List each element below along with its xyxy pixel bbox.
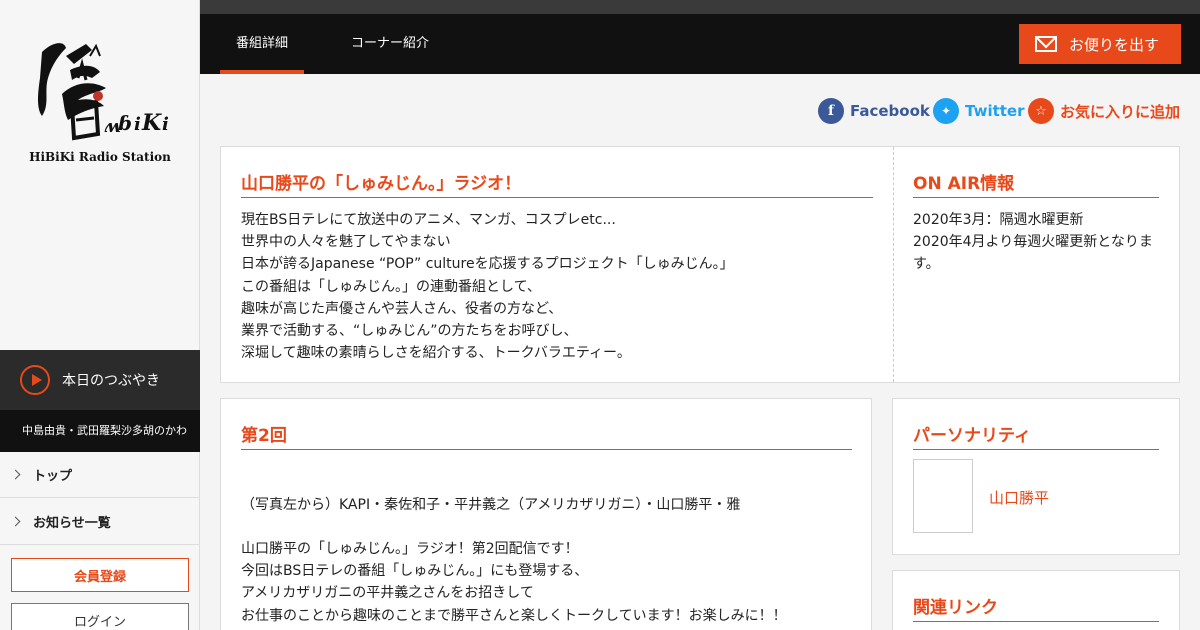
mail-icon: [1035, 36, 1057, 52]
episode-line: 山口勝平の「しゅみじん。」ラジオ！第2回配信です！: [241, 541, 579, 557]
program-header: 番組詳細 コーナー紹介 お便りを出す: [200, 14, 1200, 74]
description-line: 世界中の人々を魅了してやまない: [241, 234, 451, 251]
program-description: 現在BS日テレにて放送中のアニメ、マンガ、コスプレetc... 世界中の人々を魅…: [241, 209, 734, 364]
personality-name-link[interactable]: 山口勝平: [989, 487, 1049, 508]
related-links-title: 関連リンク: [913, 593, 1159, 622]
star-icon: ☆: [1028, 98, 1054, 124]
send-letter-label: お便りを出す: [1069, 35, 1160, 54]
tab-program-details[interactable]: 番組詳細: [220, 14, 304, 74]
sidebar: ʍ ɓ i K i HiBiKi Radio Station 本日のつぶやき 中…: [0, 0, 200, 630]
program-info-panel: 山口勝平の「しゅみじん。」ラジオ！ 現在BS日テレにて放送中のアニメ、マンガ、コ…: [220, 146, 1180, 383]
episode-line: アメリカザリガニの平井義之さんをお招きして: [241, 585, 534, 602]
svg-text:i: i: [134, 114, 141, 135]
episode-title: 第2回: [241, 421, 852, 450]
related-links-panel: 関連リンク: [892, 570, 1180, 630]
episode-line: お仕事のことから趣味のことまで勝平さんと楽しくトークしています！お楽しみに！！: [241, 607, 787, 624]
daily-tweet-label: 本日のつぶやき: [62, 373, 160, 389]
onair-line: 2020年3月：隔週水曜更新: [913, 212, 1084, 228]
top-strip: [200, 0, 1200, 14]
sidebar-item-label: トップ: [33, 469, 73, 484]
description-line: 深堀して趣味の素晴らしさを紹介する、トークバラエティー。: [241, 345, 631, 362]
facebook-label: Facebook: [850, 102, 930, 120]
panel-divider: [893, 147, 894, 382]
onair-line: す。: [913, 256, 940, 273]
episode-caption: （写真左から）KAPI・秦佐和子・平井義之（アメリカザリガニ）・山口勝平・雅: [241, 497, 741, 513]
sidebar-item-top[interactable]: トップ: [0, 452, 200, 498]
description-line: この番組は「しゅみじん。」の連動番組として、: [241, 278, 541, 295]
personality-title: パーソナリティ: [913, 421, 1159, 450]
register-button[interactable]: 会員登録: [11, 558, 189, 592]
onair-title: ON AIR情報: [913, 169, 1159, 198]
twitter-share[interactable]: ✦ Twitter: [933, 98, 1025, 124]
login-button[interactable]: ログイン: [11, 603, 189, 630]
program-title: 山口勝平の「しゅみじん。」ラジオ！: [241, 169, 873, 198]
personality-panel: パーソナリティ 山口勝平: [892, 398, 1180, 555]
episode-panel: 第2回 （写真左から）KAPI・秦佐和子・平井義之（アメリカザリガニ）・山口勝平…: [220, 398, 872, 630]
svg-text:i: i: [162, 114, 169, 135]
tab-corners[interactable]: コーナー紹介: [336, 14, 444, 74]
favorite-button[interactable]: ☆ お気に入りに追加: [1028, 98, 1180, 124]
onair-info: 2020年3月：隔週水曜更新 2020年4月より毎週火曜更新となりま す。: [913, 209, 1153, 276]
twitter-label: Twitter: [965, 102, 1025, 120]
sidebar-item-label: お知らせ一覧: [33, 516, 111, 531]
onair-line: 2020年4月より毎週火曜更新となりま: [913, 234, 1153, 251]
send-letter-button[interactable]: お便りを出す: [1019, 24, 1181, 64]
twitter-icon: ✦: [933, 98, 959, 124]
description-line: 業界で活動する、“しゅみじん”の方たちをお呼びし、: [241, 323, 578, 340]
personality-avatar[interactable]: [913, 459, 973, 533]
logo[interactable]: ʍ ɓ i K i HiBiKi Radio Station: [0, 0, 200, 350]
daily-tweet-bar[interactable]: 本日のつぶやき: [0, 350, 200, 410]
play-icon: [20, 365, 50, 395]
facebook-share[interactable]: f Facebook: [818, 98, 930, 124]
episode-line: 今回はBS日テレの番組「しゅみじん。」にも登場する、: [241, 563, 589, 580]
svg-text:ɓ: ɓ: [118, 111, 132, 135]
tweet-ticker[interactable]: 中島由貴・武田羅梨沙多胡のかわ: [0, 410, 200, 452]
description-line: 日本が誇るJapanese “POP” cultureを応援するプロジェクト「し…: [241, 256, 734, 273]
chevron-right-icon: [10, 516, 21, 527]
svg-text:K: K: [141, 110, 162, 136]
description-line: 現在BS日テレにて放送中のアニメ、マンガ、コスプレetc...: [241, 212, 616, 228]
chevron-right-icon: [10, 469, 21, 480]
description-line: 趣味が高じた声優さんや芸人さん、役者の方など、: [241, 300, 563, 317]
episode-description: 山口勝平の「しゅみじん。」ラジオ！第2回配信です！ 今回はBS日テレの番組「しゅ…: [241, 538, 787, 627]
hibiki-logo-mark: ʍ ɓ i K i: [38, 43, 169, 141]
facebook-icon: f: [818, 98, 844, 124]
favorite-label: お気に入りに追加: [1060, 102, 1181, 121]
sidebar-item-news[interactable]: お知らせ一覧: [0, 499, 200, 545]
logo-text: HiBiKi Radio Station: [29, 150, 171, 164]
